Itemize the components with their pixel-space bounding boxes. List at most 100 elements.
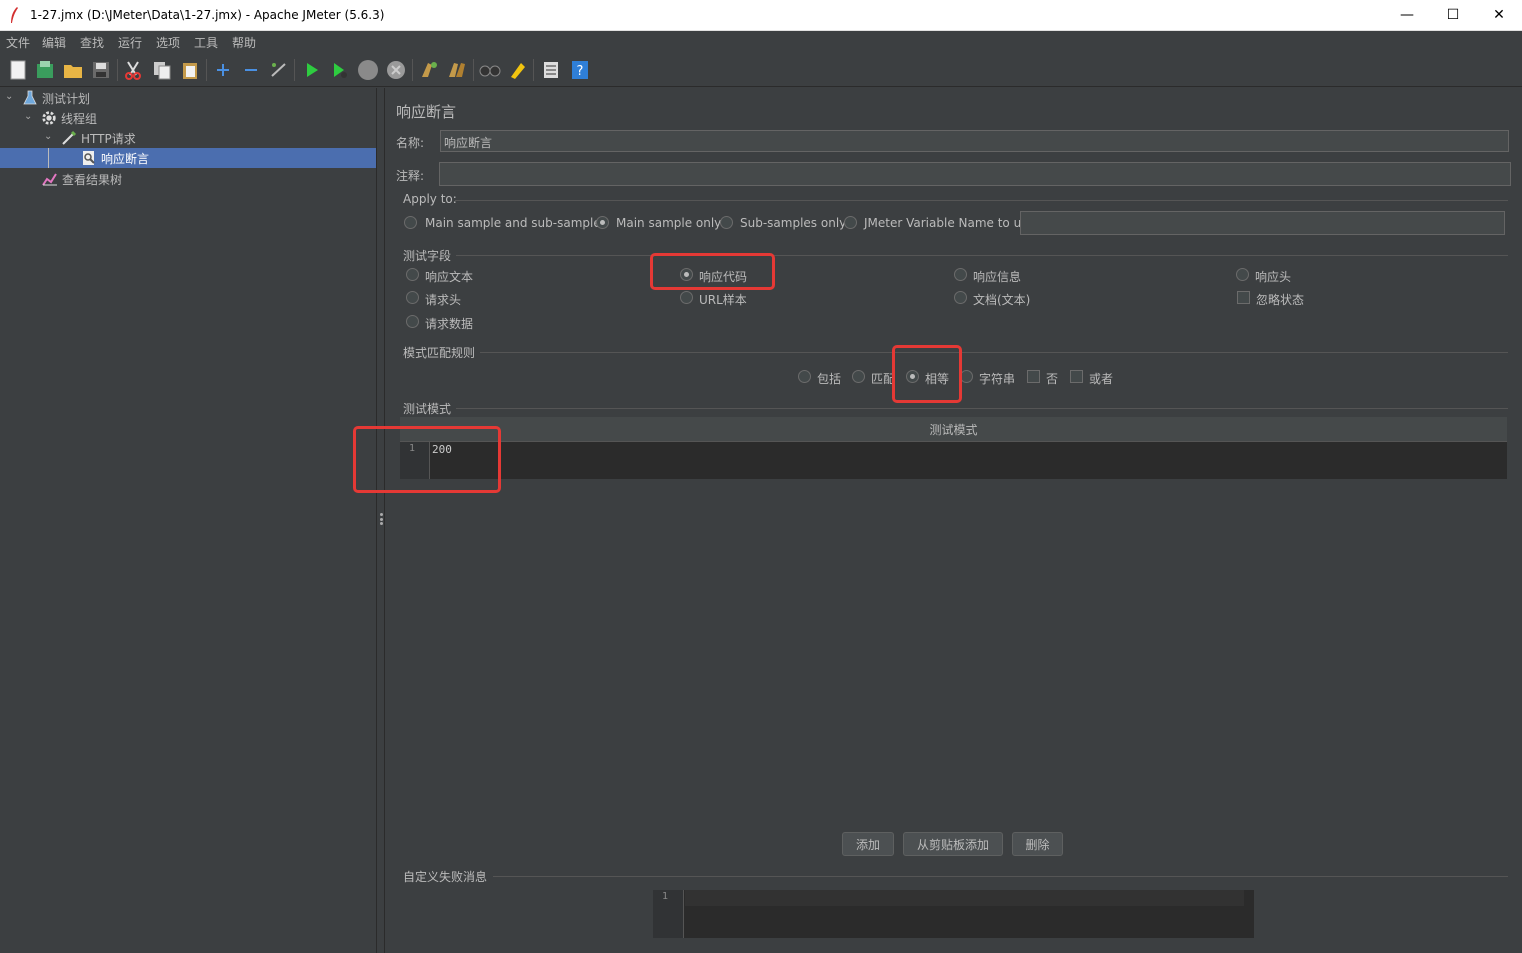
- menu-run[interactable]: 运行: [118, 34, 142, 51]
- checkbox-not[interactable]: [1027, 370, 1040, 383]
- save-icon[interactable]: [90, 59, 112, 81]
- match-option-label: 字符串: [979, 372, 1016, 386]
- help-icon[interactable]: ?: [569, 59, 591, 81]
- match-option-label: 包括: [817, 372, 842, 386]
- radio-main-sample-only[interactable]: [596, 216, 609, 229]
- collapse-icon[interactable]: [240, 59, 262, 81]
- radio-matches[interactable]: [852, 370, 865, 383]
- tree-selection-highlight: [0, 148, 376, 168]
- stop-icon[interactable]: [357, 59, 379, 81]
- maximize-button[interactable]: ☐: [1430, 0, 1476, 30]
- test-field-option-label: URL样本: [699, 293, 747, 307]
- failure-message-label: 自定义失败消息: [403, 870, 488, 884]
- chevron-down-icon[interactable]: ⌄: [5, 92, 15, 102]
- paste-icon[interactable]: [179, 59, 201, 81]
- section-divider: [456, 408, 1508, 409]
- radio-url-sampled[interactable]: [680, 291, 693, 304]
- menu-edit[interactable]: 编辑: [42, 34, 66, 51]
- tree-guide-line: [48, 148, 49, 168]
- clear-all-icon[interactable]: [446, 59, 468, 81]
- start-icon[interactable]: [301, 59, 323, 81]
- patterns-table-header: 测试模式: [400, 417, 1507, 442]
- tree-item-http-request[interactable]: HTTP请求: [61, 128, 136, 148]
- jmeter-feather-icon: [11, 7, 18, 23]
- test-plan-tree: [0, 88, 376, 953]
- radio-jmeter-variable[interactable]: [844, 216, 857, 229]
- reset-search-icon[interactable]: [507, 59, 529, 81]
- test-field-option-label: 请求数据: [425, 317, 474, 331]
- test-field-option-label: 响应头: [1255, 270, 1292, 284]
- start-no-pauses-icon[interactable]: [329, 59, 351, 81]
- test-field-label: 测试字段: [403, 249, 452, 263]
- toggle-icon[interactable]: [268, 59, 290, 81]
- tree-item-response-assertion[interactable]: 响应断言: [81, 148, 149, 168]
- checkbox-or[interactable]: [1070, 370, 1083, 383]
- window-title: 1-27.jmx (D:\JMeter\Data\1-27.jmx) - Apa…: [30, 8, 385, 22]
- radio-sub-samples-only[interactable]: [720, 216, 733, 229]
- assertion-icon: [81, 150, 97, 166]
- test-field-option-label: 响应文本: [425, 270, 474, 284]
- checkbox-ignore-status[interactable]: [1237, 291, 1250, 304]
- radio-document-text[interactable]: [954, 291, 967, 304]
- function-helper-icon[interactable]: [540, 59, 562, 81]
- radio-request-data[interactable]: [406, 315, 419, 328]
- open-icon[interactable]: [62, 59, 84, 81]
- match-option-label: 匹配: [871, 372, 892, 386]
- split-pane-divider[interactable]: [376, 88, 385, 953]
- menu-file[interactable]: 文件: [6, 34, 30, 51]
- name-field[interactable]: 响应断言: [440, 130, 1509, 152]
- search-icon[interactable]: [479, 59, 501, 81]
- patterns-label: 测试模式: [403, 402, 452, 416]
- highlight-pattern-value: [353, 426, 501, 493]
- menu-help[interactable]: 帮助: [232, 34, 256, 51]
- apply-option-label: Main sample and sub-samples: [425, 216, 607, 230]
- failure-message-editor[interactable]: 1: [653, 890, 1254, 938]
- apply-option-label: JMeter Variable Name to use: [864, 216, 1035, 230]
- match-rules-label: 模式匹配规则: [403, 346, 476, 360]
- chart-icon: [42, 171, 58, 187]
- gear-icon: [41, 110, 57, 126]
- chevron-down-icon[interactable]: ⌄: [24, 112, 34, 122]
- radio-main-and-sub-samples[interactable]: [404, 216, 417, 229]
- menu-options[interactable]: 选项: [156, 34, 180, 51]
- tree-item-label: 线程组: [61, 111, 98, 126]
- clear-icon[interactable]: [418, 59, 440, 81]
- patterns-column-header: 测试模式: [929, 422, 978, 437]
- chevron-down-icon[interactable]: ⌄: [44, 132, 54, 142]
- expand-icon[interactable]: [212, 59, 234, 81]
- comment-field[interactable]: [439, 162, 1511, 186]
- close-button[interactable]: ✕: [1476, 0, 1522, 30]
- section-divider: [480, 352, 1508, 353]
- patterns-editor[interactable]: 1 200: [400, 442, 1507, 479]
- minimize-button[interactable]: —: [1384, 0, 1430, 30]
- cut-icon[interactable]: [122, 59, 144, 81]
- radio-response-headers[interactable]: [1236, 268, 1249, 281]
- test-field-option-label: 响应信息: [973, 270, 1022, 284]
- tree-item-label: HTTP请求: [81, 131, 136, 146]
- templates-icon[interactable]: [34, 59, 56, 81]
- add-button[interactable]: 添加: [842, 832, 894, 856]
- menu-tools[interactable]: 工具: [194, 34, 218, 51]
- new-icon[interactable]: [7, 59, 29, 81]
- add-from-clipboard-button[interactable]: 从剪贴板添加: [903, 832, 1003, 856]
- radio-response-text[interactable]: [406, 268, 419, 281]
- radio-response-message[interactable]: [954, 268, 967, 281]
- radio-request-headers[interactable]: [406, 291, 419, 304]
- shutdown-icon[interactable]: [385, 59, 407, 81]
- flask-icon: [22, 90, 38, 106]
- tree-item-thread-group[interactable]: 线程组: [41, 108, 97, 128]
- tree-item-test-plan[interactable]: 测试计划: [22, 88, 90, 108]
- jmeter-variable-field[interactable]: [1020, 211, 1505, 235]
- copy-icon[interactable]: [151, 59, 173, 81]
- section-divider: [455, 200, 1508, 201]
- radio-contains[interactable]: [798, 370, 811, 383]
- tree-item-view-results-tree[interactable]: 查看结果树: [42, 169, 122, 189]
- ignore-status-label: 忽略状态: [1256, 293, 1305, 307]
- menu-search[interactable]: 查找: [80, 34, 104, 51]
- line-number: 1: [662, 891, 669, 902]
- comment-label: 注释:: [396, 169, 425, 183]
- or-label: 或者: [1089, 372, 1114, 386]
- section-divider: [456, 255, 1508, 256]
- highlight-equals: [892, 345, 962, 403]
- delete-button[interactable]: 删除: [1012, 832, 1063, 856]
